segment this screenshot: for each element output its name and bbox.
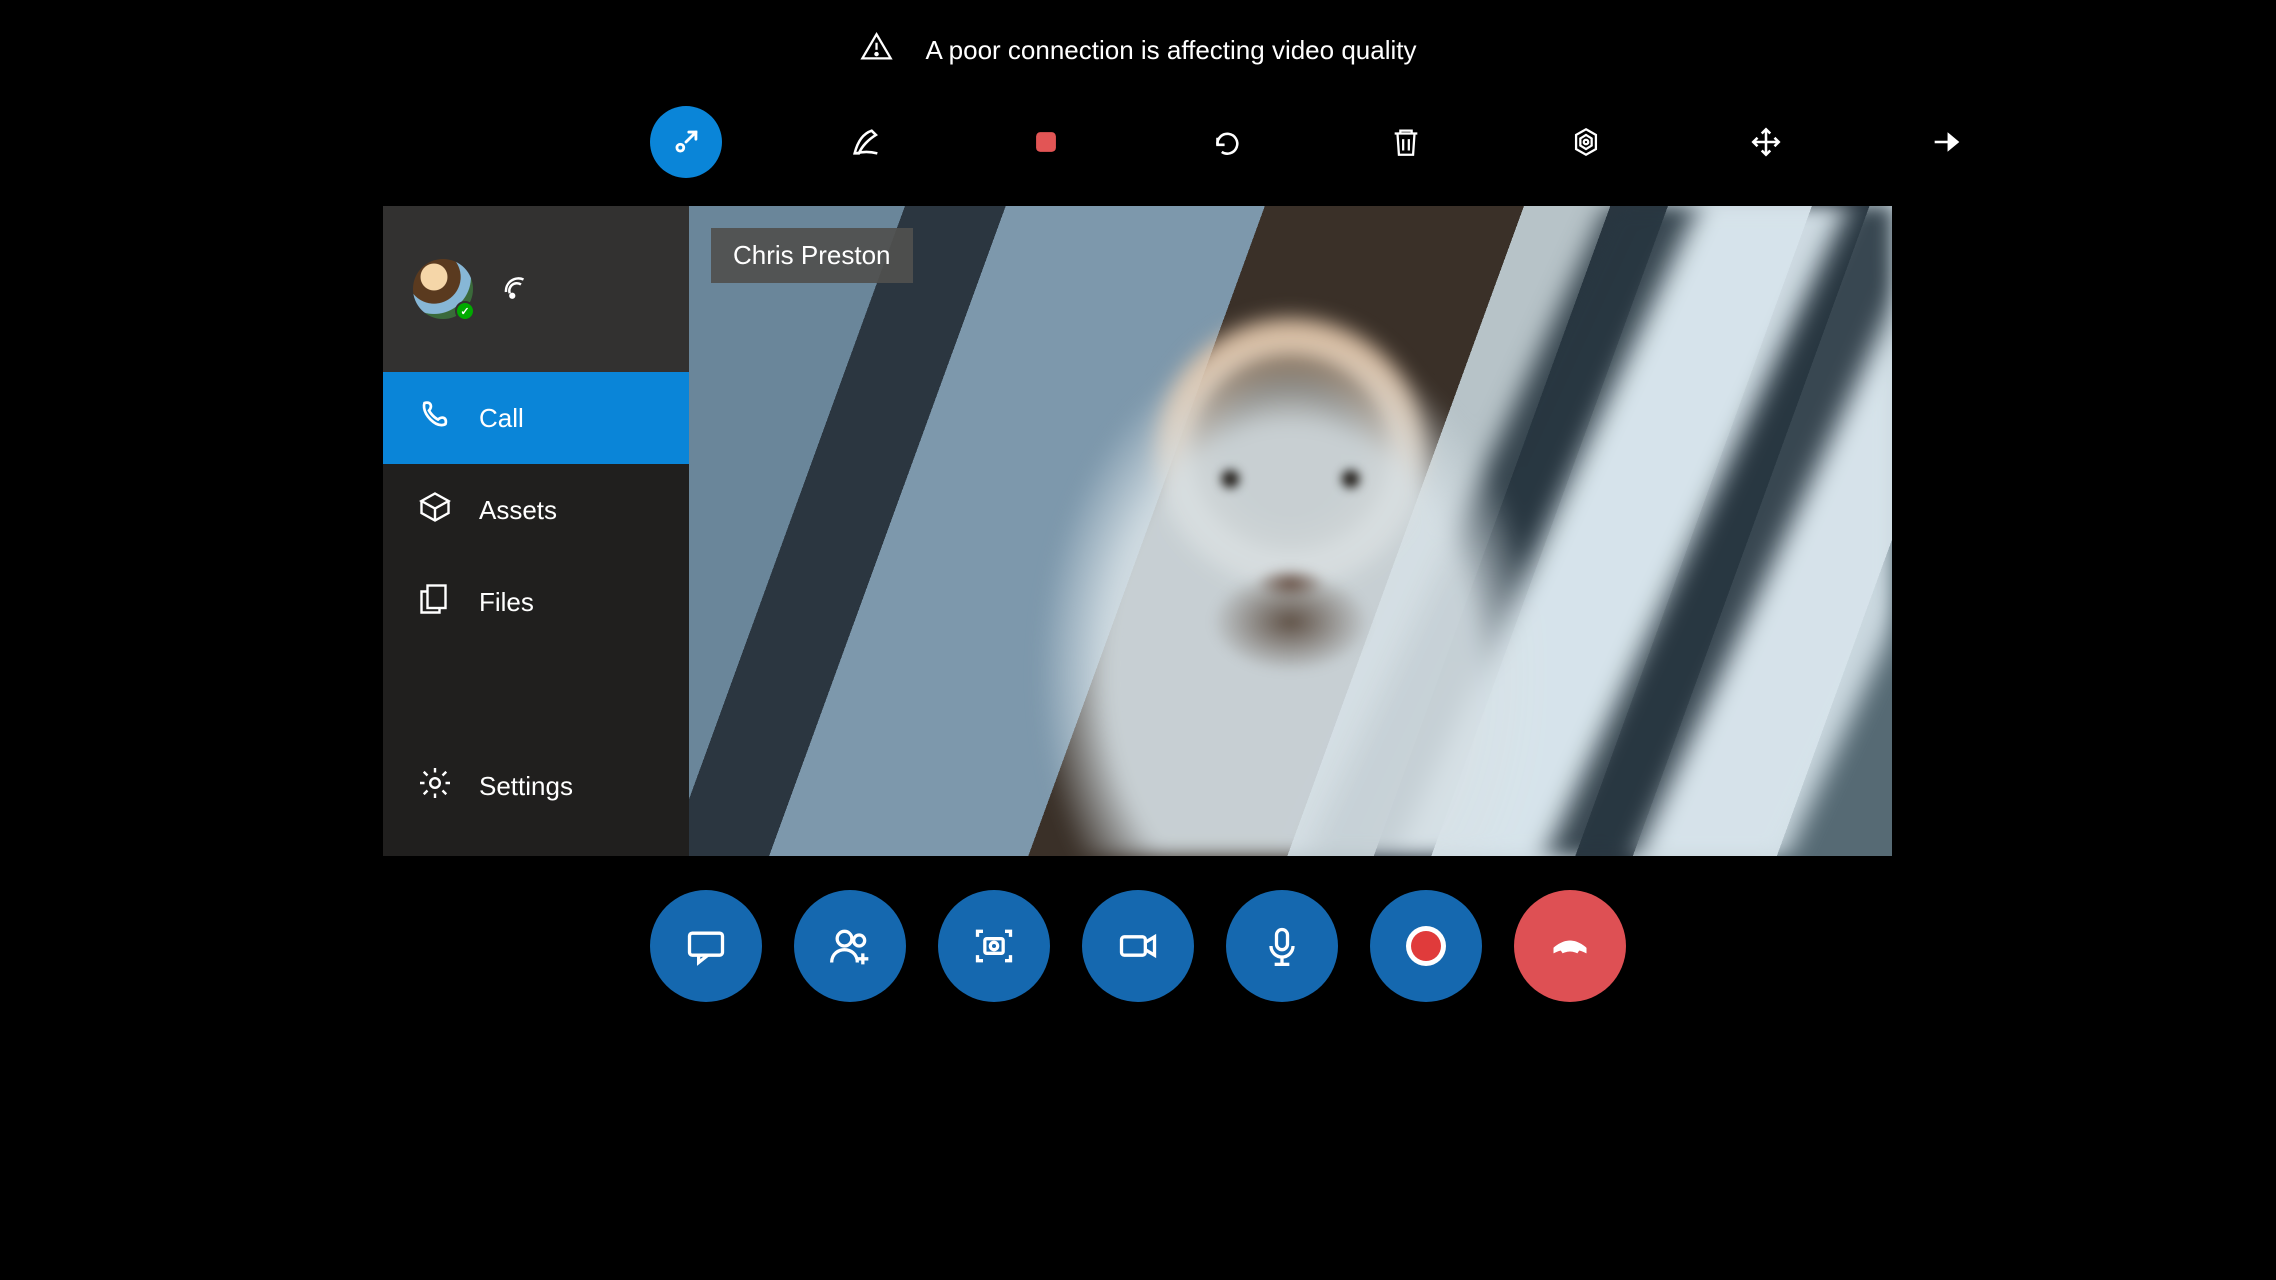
gear-icon xyxy=(417,765,453,808)
snapshot-button[interactable] xyxy=(938,890,1050,1002)
sidebar-item-label: Files xyxy=(479,587,534,618)
sidebar-item-settings[interactable]: Settings xyxy=(383,740,689,832)
remote-video: Chris Preston xyxy=(689,206,1892,856)
call-controls xyxy=(650,890,1626,1002)
mic-button[interactable] xyxy=(1226,890,1338,1002)
video-region: Call Assets Files Settings xyxy=(383,206,1892,856)
expand-tool[interactable] xyxy=(1730,106,1802,178)
sidebar-item-label: Call xyxy=(479,403,524,434)
sidebar-item-files[interactable]: Files xyxy=(383,556,689,648)
box-icon xyxy=(417,489,453,532)
wifi-icon xyxy=(501,272,531,307)
files-icon xyxy=(417,581,453,624)
end-call-button[interactable] xyxy=(1514,890,1626,1002)
connection-warning: A poor connection is affecting video qua… xyxy=(860,30,1417,71)
annotation-toolbar xyxy=(650,106,1982,178)
focus-tool[interactable] xyxy=(1550,106,1622,178)
avatar[interactable] xyxy=(413,259,473,319)
sidebar-nav: Call Assets Files Settings xyxy=(383,372,689,856)
presence-available-icon xyxy=(455,301,475,321)
warning-text: A poor connection is affecting video qua… xyxy=(926,35,1417,66)
sidebar-item-call[interactable]: Call xyxy=(383,372,689,464)
undo-tool[interactable] xyxy=(1190,106,1262,178)
sidebar-item-label: Settings xyxy=(479,771,573,802)
record-icon xyxy=(1411,931,1441,961)
draw-tool[interactable] xyxy=(830,106,902,178)
warning-icon xyxy=(860,30,894,71)
sidebar-header xyxy=(383,206,689,372)
participant-name-tag: Chris Preston xyxy=(711,228,913,283)
video-button[interactable] xyxy=(1082,890,1194,1002)
record-button[interactable] xyxy=(1370,890,1482,1002)
pin-tool[interactable] xyxy=(1910,106,1982,178)
delete-tool[interactable] xyxy=(1370,106,1442,178)
phone-icon xyxy=(417,397,453,440)
stop-record-tool[interactable] xyxy=(1010,106,1082,178)
pointer-tool[interactable] xyxy=(650,106,722,178)
sidebar-item-label: Assets xyxy=(479,495,557,526)
add-participants-button[interactable] xyxy=(794,890,906,1002)
sidebar-item-assets[interactable]: Assets xyxy=(383,464,689,556)
sidebar: Call Assets Files Settings xyxy=(383,206,689,856)
chat-button[interactable] xyxy=(650,890,762,1002)
